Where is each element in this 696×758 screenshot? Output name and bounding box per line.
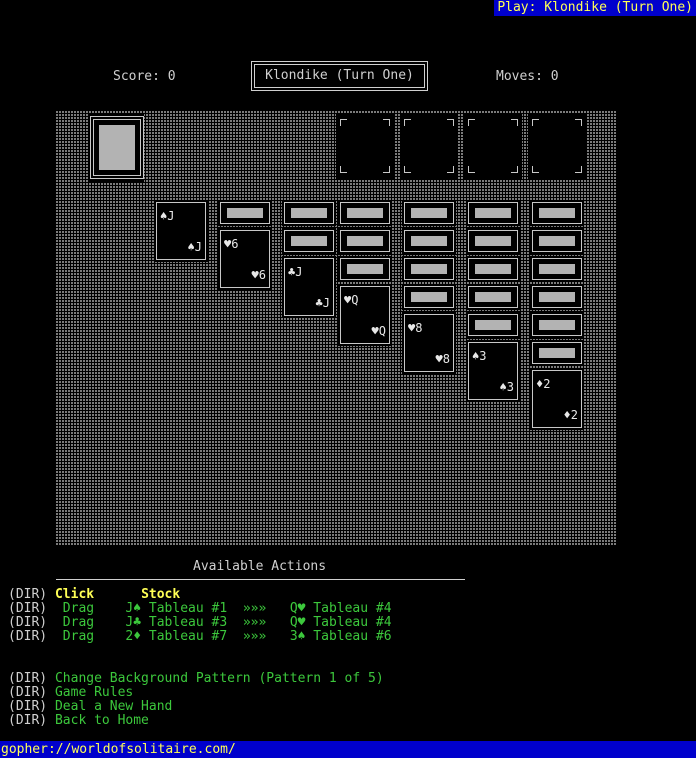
deal-new-hand-link[interactable]: Deal a New Hand <box>55 699 172 714</box>
tableau-4-facedown-3 <box>340 258 390 280</box>
action-row-3[interactable]: (DIR) Drag J♣ Tableau #3 »»» Q♥ Tableau … <box>8 616 392 630</box>
actions-divider <box>56 579 465 580</box>
action-target-tableau: Tableau #6 <box>313 629 392 644</box>
dir-tag: (DIR) <box>8 699 48 714</box>
foundation-1[interactable] <box>336 113 394 179</box>
change-pattern-row[interactable]: (DIR) Change Background Pattern (Pattern… <box>8 672 384 686</box>
action-source-card: J♣ <box>125 615 142 630</box>
dir-tag: (DIR) <box>8 629 48 644</box>
card-rank-top: ♦2 <box>536 377 551 391</box>
game-title: Klondike (Turn One) <box>251 61 428 91</box>
card-rank-bottom: ♠3 <box>499 380 514 394</box>
tableau-4-facedown-1 <box>340 202 390 224</box>
tableau-1-card[interactable]: ♠J ♠J <box>156 202 206 260</box>
card-rank-top: ♠J <box>160 209 175 223</box>
tableau-5-facedown-3 <box>404 258 454 280</box>
tableau-4-card[interactable]: ♥Q ♥Q <box>340 286 390 344</box>
dir-tag: (DIR) <box>8 713 48 728</box>
action-row-2[interactable]: (DIR) Drag J♠ Tableau #1 »»» Q♥ Tableau … <box>8 602 392 616</box>
action-source-card: J♠ <box>125 601 142 616</box>
tableau-6-card[interactable]: ♠3 ♠3 <box>468 342 518 400</box>
tableau-3-card[interactable]: ♣J ♣J <box>284 258 334 316</box>
card-rank-top: ♥6 <box>224 237 239 251</box>
card-rank-bottom: ♠J <box>187 240 202 254</box>
tableau-2-facedown-1 <box>220 202 270 224</box>
back-home-row[interactable]: (DIR) Back to Home <box>8 714 149 728</box>
dir-tag: (DIR) <box>8 685 48 700</box>
tableau-6-facedown-1 <box>468 202 518 224</box>
action-source-card: 2♦ <box>125 629 142 644</box>
tableau-6-facedown-4 <box>468 286 518 308</box>
card-rank-top: ♥8 <box>408 321 423 335</box>
foundation-4[interactable] <box>528 113 586 179</box>
action-target-tableau: Tableau #4 <box>313 601 392 616</box>
game-rules-link[interactable]: Game Rules <box>55 685 133 700</box>
action-arrow: »»» <box>242 615 267 630</box>
action-source-tableau: Tableau #7 <box>148 629 228 644</box>
tableau-4-facedown-2 <box>340 230 390 252</box>
action-drag-link[interactable]: Drag <box>63 615 94 630</box>
tableau-7-facedown-5 <box>532 314 582 336</box>
moves-label: Moves: 0 <box>496 69 559 84</box>
stock-pile[interactable] <box>93 119 141 176</box>
tableau-3-facedown-1 <box>284 202 334 224</box>
score-label: Score: 0 <box>113 69 176 84</box>
tableau-7-facedown-6 <box>532 342 582 364</box>
window-title: Play: Klondike (Turn One) <box>494 0 696 16</box>
card-rank-top: ♣J <box>288 265 303 279</box>
action-arrow: »»» <box>242 629 267 644</box>
tableau-3-facedown-2 <box>284 230 334 252</box>
tableau-6-facedown-5 <box>468 314 518 336</box>
tableau-7-facedown-1 <box>532 202 582 224</box>
action-target-tableau: Tableau #4 <box>313 615 392 630</box>
card-rank-bottom: ♥8 <box>435 352 450 366</box>
card-rank-bottom: ♥Q <box>371 324 386 338</box>
card-rank-top: ♠3 <box>472 349 487 363</box>
status-bar-url: gopher://worldofsolitaire.com/ <box>0 741 696 758</box>
tableau-2-card[interactable]: ♥6 ♥6 <box>220 230 270 288</box>
tableau-7-facedown-2 <box>532 230 582 252</box>
tableau-7-facedown-4 <box>532 286 582 308</box>
dir-tag: (DIR) <box>8 601 48 616</box>
tableau-6-facedown-2 <box>468 230 518 252</box>
dir-tag: (DIR) <box>8 587 48 602</box>
tableau-7-facedown-3 <box>532 258 582 280</box>
dir-tag: (DIR) <box>8 615 48 630</box>
tableau-7-card[interactable]: ♦2 ♦2 <box>532 370 582 428</box>
action-row-4[interactable]: (DIR) Drag 2♦ Tableau #7 »»» 3♠ Tableau … <box>8 630 392 644</box>
tableau-5-facedown-2 <box>404 230 454 252</box>
back-to-home-link[interactable]: Back to Home <box>55 713 149 728</box>
foundation-3[interactable] <box>464 113 522 179</box>
action-arrow: »»» <box>242 601 267 616</box>
actions-title: Available Actions <box>193 559 327 574</box>
card-rank-bottom: ♥6 <box>251 268 266 282</box>
action-source-tableau: Tableau #3 <box>148 615 228 630</box>
action-click-link[interactable]: Click <box>55 587 94 602</box>
new-hand-row[interactable]: (DIR) Deal a New Hand <box>8 700 172 714</box>
tableau-5-facedown-1 <box>404 202 454 224</box>
foundation-2[interactable] <box>400 113 458 179</box>
card-rank-bottom: ♦2 <box>563 408 578 422</box>
card-rank-bottom: ♣J <box>315 296 330 310</box>
action-source-tableau: Tableau #1 <box>148 601 228 616</box>
tableau-6-facedown-3 <box>468 258 518 280</box>
change-background-link[interactable]: Change Background Pattern (Pattern 1 of … <box>55 671 384 686</box>
action-target-card: 3♠ <box>289 629 306 644</box>
tableau-5-card[interactable]: ♥8 ♥8 <box>404 314 454 372</box>
action-target-card: Q♥ <box>289 601 306 616</box>
card-rank-top: ♥Q <box>344 293 359 307</box>
action-drag-link[interactable]: Drag <box>63 629 94 644</box>
action-row-1[interactable]: (DIR) Click Stock <box>8 588 180 602</box>
action-drag-link[interactable]: Drag <box>63 601 94 616</box>
action-target-card: Q♥ <box>289 615 306 630</box>
tableau-5-facedown-4 <box>404 286 454 308</box>
action-stock-link[interactable]: Stock <box>141 587 180 602</box>
dir-tag: (DIR) <box>8 671 48 686</box>
game-rules-row[interactable]: (DIR) Game Rules <box>8 686 133 700</box>
